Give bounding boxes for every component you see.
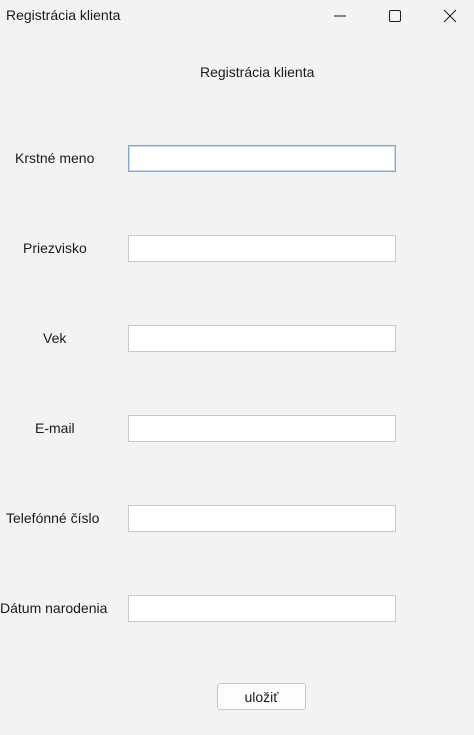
age-input[interactable]: [128, 325, 396, 352]
phone-input[interactable]: [128, 505, 396, 532]
window-title: Registrácia klienta: [6, 7, 121, 23]
label-birth-date: Dátum narodenia: [0, 600, 108, 616]
label-email: E-mail: [35, 420, 75, 436]
minimize-button[interactable]: [317, 0, 363, 32]
maximize-button[interactable]: [372, 0, 418, 32]
label-age: Vek: [43, 330, 67, 346]
title-bar: Registrácia klienta: [0, 0, 474, 32]
close-icon: [443, 9, 457, 23]
email-input[interactable]: [128, 415, 396, 442]
close-button[interactable]: [427, 0, 473, 32]
form-heading: Registrácia klienta: [200, 64, 315, 80]
label-first-name: Krstné meno: [15, 150, 95, 166]
birth-date-input[interactable]: [128, 595, 396, 622]
minimize-icon: [334, 15, 346, 17]
label-phone: Telefónné číslo: [6, 510, 100, 526]
save-button[interactable]: uložiť: [217, 683, 306, 710]
first-name-input[interactable]: [128, 145, 396, 172]
last-name-input[interactable]: [128, 235, 396, 262]
maximize-icon: [389, 10, 401, 22]
label-last-name: Priezvisko: [23, 240, 87, 256]
